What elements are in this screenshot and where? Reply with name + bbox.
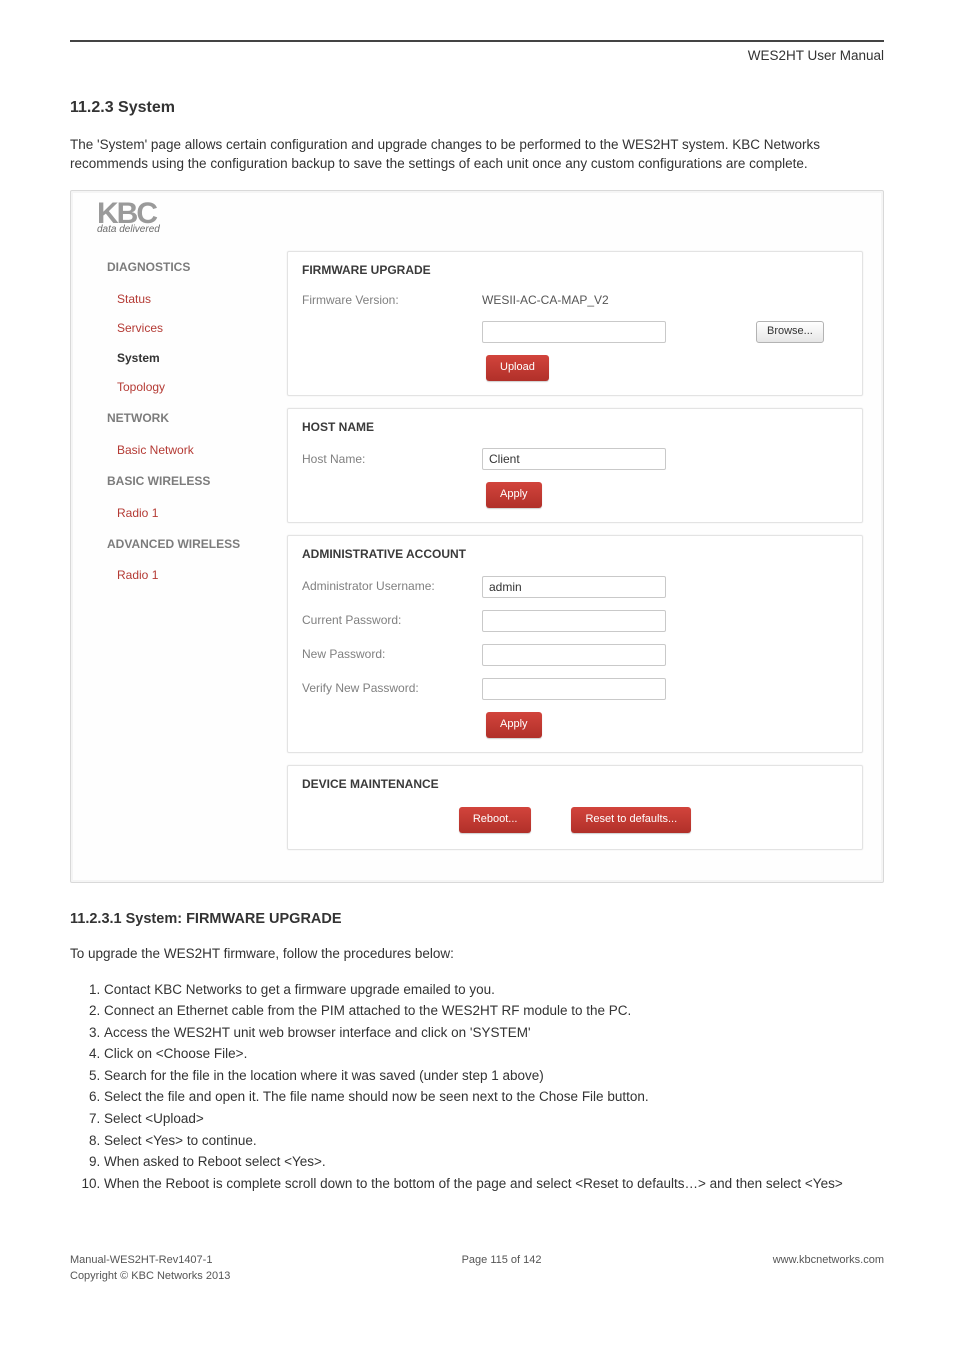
admin-title: ADMINISTRATIVE ACCOUNT — [288, 536, 862, 571]
step-item: Click on <Choose File>. — [104, 1044, 884, 1064]
step-item: When the Reboot is complete scroll down … — [104, 1174, 884, 1194]
logo-tagline: data delivered — [97, 223, 160, 238]
admin-apply-button[interactable]: Apply — [486, 712, 542, 738]
footer-left: Manual-WES2HT-Rev1407-1 Copyright © KBC … — [70, 1253, 230, 1285]
admin-newpw-label: New Password: — [302, 646, 472, 663]
nav-radio1-basic[interactable]: Radio 1 — [101, 499, 269, 528]
page-footer: Manual-WES2HT-Rev1407-1 Copyright © KBC … — [70, 1253, 884, 1285]
nav-radio1-advanced[interactable]: Radio 1 — [101, 561, 269, 590]
nav-advanced-wireless: ADVANCED WIRELESS — [101, 528, 269, 561]
nav-services[interactable]: Services — [101, 314, 269, 343]
admin-newpw-input[interactable] — [482, 644, 666, 666]
nav-status[interactable]: Status — [101, 285, 269, 314]
step-item: Search for the file in the location wher… — [104, 1066, 884, 1086]
steps-list: Contact KBC Networks to get a firmware u… — [104, 980, 884, 1194]
section-heading: 11.2.3 System — [70, 96, 884, 119]
nav-network: NETWORK — [101, 402, 269, 435]
step-item: Access the WES2HT unit web browser inter… — [104, 1023, 884, 1043]
step-item: Select the file and open it. The file na… — [104, 1087, 884, 1107]
panel-admin: ADMINISTRATIVE ACCOUNT Administrator Use… — [287, 535, 863, 752]
footer-right: www.kbcnetworks.com — [773, 1253, 884, 1285]
nav-sidebar: DIAGNOSTICS Status Services System Topol… — [101, 251, 269, 862]
hostname-input[interactable]: Client — [482, 448, 666, 470]
admin-verpw-input[interactable] — [482, 678, 666, 700]
upload-button[interactable]: Upload — [486, 355, 549, 381]
subsection-lead: To upgrade the WES2HT firmware, follow t… — [70, 944, 884, 964]
browse-button[interactable]: Browse... — [756, 321, 824, 343]
nav-system[interactable]: System — [101, 344, 269, 373]
subsection-heading: 11.2.3.1 System: FIRMWARE UPGRADE — [70, 909, 884, 930]
admin-username-label: Administrator Username: — [302, 578, 472, 595]
admin-username-input[interactable]: admin — [482, 576, 666, 598]
reboot-button[interactable]: Reboot... — [459, 807, 532, 833]
panel-maintenance: DEVICE MAINTENANCE Reboot... Reset to de… — [287, 765, 863, 850]
firmware-version-value: WESII-AC-CA-MAP_V2 — [482, 292, 609, 309]
footer-center: Page 115 of 142 — [462, 1253, 542, 1285]
logo-letters: KBC — [97, 203, 160, 225]
section-intro: The 'System' page allows certain configu… — [70, 135, 884, 174]
step-item: Connect an Ethernet cable from the PIM a… — [104, 1001, 884, 1021]
step-item: Select <Yes> to continue. — [104, 1131, 884, 1151]
nav-basic-wireless: BASIC WIRELESS — [101, 465, 269, 498]
reset-defaults-button[interactable]: Reset to defaults... — [571, 807, 691, 833]
nav-basic-network[interactable]: Basic Network — [101, 436, 269, 465]
hostname-apply-button[interactable]: Apply — [486, 482, 542, 508]
nav-topology[interactable]: Topology — [101, 373, 269, 402]
firmware-file-input[interactable] — [482, 321, 666, 343]
firmware-title: FIRMWARE UPGRADE — [288, 252, 862, 287]
page-header: WES2HT User Manual — [70, 46, 884, 66]
step-item: Select <Upload> — [104, 1109, 884, 1129]
admin-verpw-label: Verify New Password: — [302, 680, 472, 697]
maint-title: DEVICE MAINTENANCE — [288, 766, 862, 801]
hostname-label: Host Name: — [302, 451, 472, 468]
nav-diagnostics: DIAGNOSTICS — [101, 251, 269, 284]
hostname-title: HOST NAME — [288, 409, 862, 444]
embedded-screenshot: KBC data delivered DIAGNOSTICS Status Se… — [70, 190, 884, 883]
firmware-version-label: Firmware Version: — [302, 292, 472, 309]
step-item: When asked to Reboot select <Yes>. — [104, 1152, 884, 1172]
admin-curpw-input[interactable] — [482, 610, 666, 632]
admin-curpw-label: Current Password: — [302, 612, 472, 629]
panel-firmware: FIRMWARE UPGRADE Firmware Version: WESII… — [287, 251, 863, 396]
step-item: Contact KBC Networks to get a firmware u… — [104, 980, 884, 1000]
kbc-logo: KBC data delivered — [97, 203, 160, 238]
panel-hostname: HOST NAME Host Name: Client Apply — [287, 408, 863, 523]
